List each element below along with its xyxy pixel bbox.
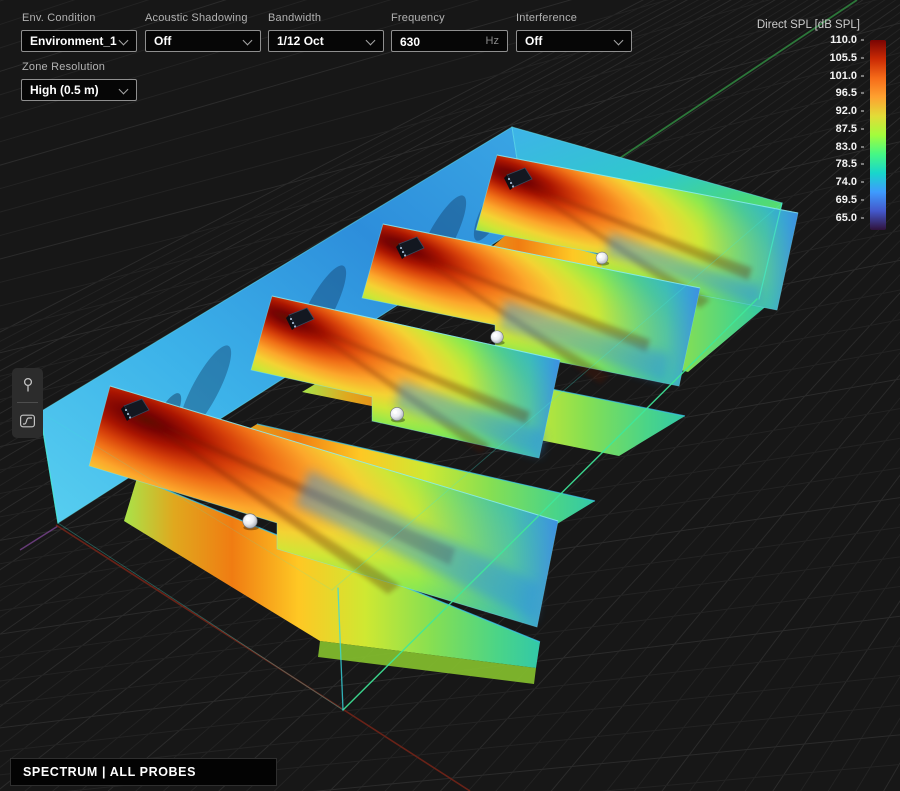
frequency-label: Frequency	[391, 12, 445, 24]
app-window: Env. Condition Environment_1 Acoustic Sh…	[0, 0, 900, 791]
chevron-down-icon	[119, 85, 129, 95]
legend-tick: 87.5	[823, 121, 864, 137]
legend-tick: 78.5	[823, 156, 864, 172]
probe-pin-icon	[21, 377, 35, 394]
acoustic-shadowing-label: Acoustic Shadowing	[145, 12, 248, 24]
legend-tick: 65.0	[823, 210, 864, 226]
toolbar-divider	[17, 402, 38, 403]
zone-resolution-label: Zone Resolution	[22, 61, 105, 73]
interference-value: Off	[525, 34, 542, 48]
chevron-down-icon	[614, 36, 624, 46]
legend-tick: 92.0	[823, 103, 864, 119]
bandwidth-select[interactable]: 1/12 Oct	[268, 30, 384, 52]
env-condition-label: Env. Condition	[22, 12, 96, 24]
legend-tick: 96.5	[823, 85, 864, 101]
legend-title: Direct SPL [dB SPL]	[757, 19, 860, 31]
acoustic-shadowing-value: Off	[154, 34, 171, 48]
spectrum-tool-button[interactable]	[12, 405, 43, 437]
frequency-input[interactable]	[392, 31, 488, 53]
legend-tick: 110.0	[823, 32, 864, 48]
spectrum-panel-header[interactable]: SPECTRUM | ALL PROBES	[10, 758, 277, 786]
side-toolbar	[12, 368, 43, 438]
legend-tick: 74.0	[823, 174, 864, 190]
chevron-down-icon	[366, 36, 376, 46]
frequency-field[interactable]: Hz	[391, 30, 508, 52]
chevron-down-icon	[243, 36, 253, 46]
legend-tick: 83.0	[823, 139, 864, 155]
zone-resolution-value: High (0.5 m)	[30, 83, 99, 97]
env-condition-select[interactable]: Environment_1	[21, 30, 137, 52]
legend-color-bar	[870, 40, 886, 230]
legend-tick: 69.5	[823, 192, 864, 208]
spectrum-curve-icon	[19, 413, 36, 429]
bandwidth-value: 1/12 Oct	[277, 34, 324, 48]
interference-label: Interference	[516, 12, 577, 24]
zone-resolution-select[interactable]: High (0.5 m)	[21, 79, 137, 101]
probe-tool-button[interactable]	[12, 369, 43, 401]
chevron-down-icon	[119, 36, 129, 46]
bandwidth-label: Bandwidth	[268, 12, 321, 24]
env-condition-value: Environment_1	[30, 34, 117, 48]
frequency-unit: Hz	[486, 31, 499, 51]
interference-select[interactable]: Off	[516, 30, 632, 52]
legend-tick: 101.0	[823, 68, 864, 84]
acoustic-shadowing-select[interactable]: Off	[145, 30, 261, 52]
legend-tick: 105.5	[823, 50, 864, 66]
viewport-3d[interactable]	[0, 0, 900, 791]
